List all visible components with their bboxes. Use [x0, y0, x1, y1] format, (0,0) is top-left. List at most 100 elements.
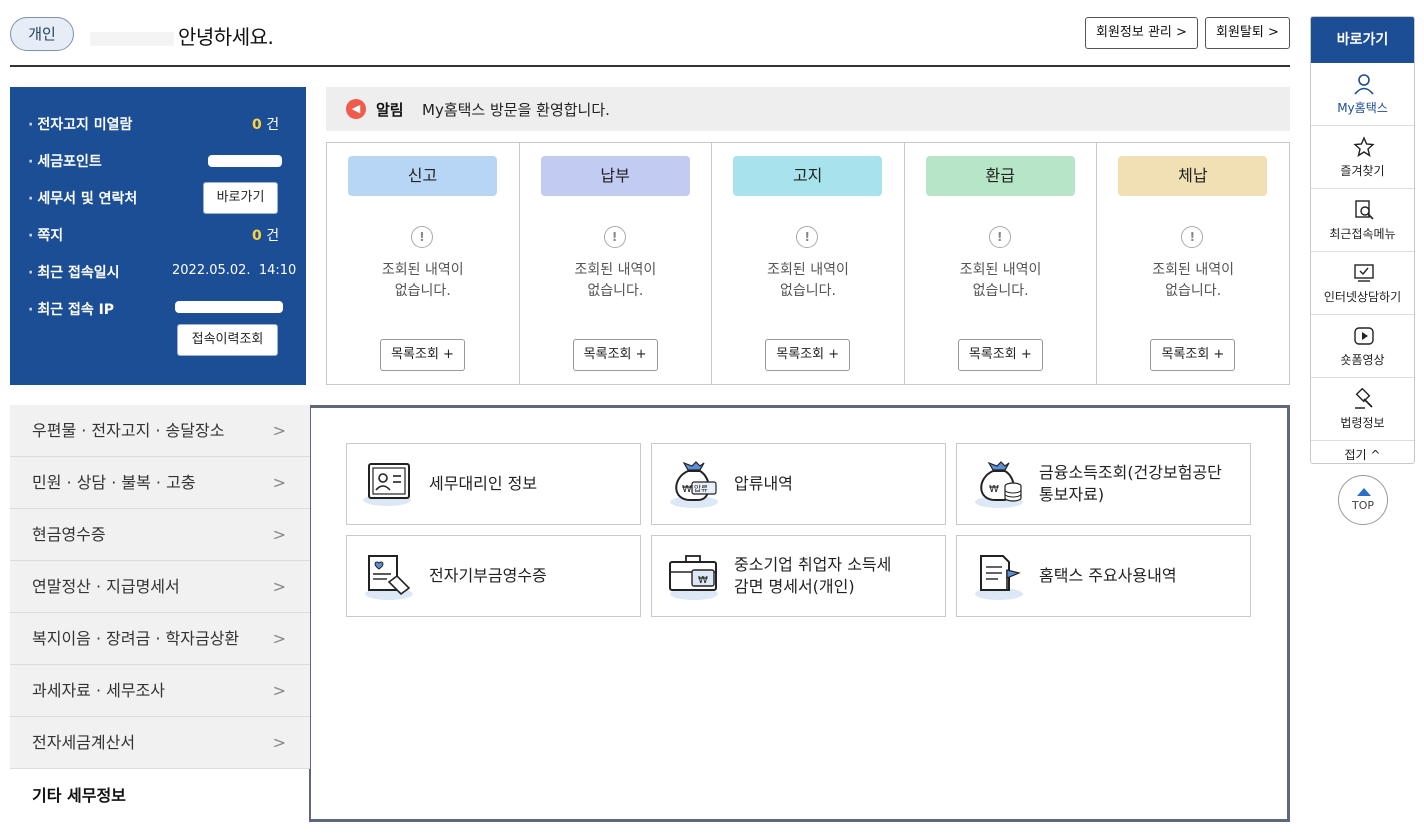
notice-bar: ◀ 알림 My홈택스 방문을 환영합니다. [326, 87, 1290, 131]
status-column-arrears: 체납 ! 조회된 내역이 없습니다. 목록조회 + [1097, 143, 1289, 384]
svg-text:₩: ₩ [682, 484, 692, 495]
quick-nav-recent[interactable]: 최근접속메뉴 [1311, 189, 1414, 252]
svg-text:₩: ₩ [698, 575, 708, 586]
office-goto-button[interactable]: 바로가기 [203, 182, 278, 214]
empty-message: 조회된 내역이 없습니다. [1152, 262, 1235, 299]
alert-circle-icon: ! [411, 226, 433, 248]
tax-point-masked [208, 155, 282, 167]
quick-nav-label: My홈택스 [1337, 101, 1388, 115]
menu-label: 현금영수증 [32, 525, 106, 544]
quick-nav-label: 인터넷상담하기 [1323, 290, 1402, 304]
unread-value: 0 [252, 117, 262, 133]
info-row-office: · 세무서 및 연락처 [28, 191, 138, 207]
card-tax-agent[interactable]: 세무대리인 정보 [346, 443, 641, 525]
menu-item[interactable]: 우편물 · 전자고지 · 송달장소 > [10, 405, 310, 457]
chevron-right-icon: > [272, 577, 286, 596]
info-row-tax-point: · 세금포인트 [28, 154, 102, 170]
menu-label: 민원 · 상담 · 불복 · 고충 [32, 473, 196, 492]
svg-text:₩: ₩ [989, 484, 999, 495]
info-row-unread: · 전자고지 미열람 [28, 117, 133, 133]
card-financial-income[interactable]: ₩ 금융소득조회(건강보험공단 통보자료) [956, 443, 1251, 525]
empty-message: 조회된 내역이 없습니다. [381, 262, 464, 299]
list-view-button[interactable]: 목록조회 + [380, 339, 465, 371]
quick-nav-favorites[interactable]: 즐겨찾기 [1311, 126, 1414, 189]
money-bag-coins-icon: ₩ [975, 461, 1023, 508]
status-column-report: 신고 ! 조회된 내역이 없습니다. 목록조회 + [327, 143, 520, 384]
info-label: 세무서 및 연락처 [37, 191, 138, 207]
info-label: 세금포인트 [37, 154, 102, 170]
donation-receipt-icon [365, 555, 413, 600]
menu-item[interactable]: 전자세금계산서 > [10, 717, 310, 769]
alert-circle-icon: ! [988, 226, 1011, 248]
status-column-refund: 환급 ! 조회된 내역이 없습니다. 목록조회 + [905, 143, 1098, 384]
menu-label: 과세자료 · 세무조사 [32, 681, 166, 700]
menu-item[interactable]: 연말정산 · 지급명세서 > [10, 561, 310, 613]
alert-circle-icon: ! [1181, 226, 1204, 248]
empty-message: 조회된 내역이 없습니다. [959, 262, 1042, 299]
page-header: 개인 안녕하세요. 회원정보 관리 > 회원탈퇴 > [10, 12, 1290, 67]
recent-search-icon [1355, 200, 1374, 220]
list-view-button[interactable]: 목록조회 + [765, 339, 851, 371]
scroll-top-button[interactable]: TOP [1338, 475, 1388, 525]
quick-nav-shortform[interactable]: 숏폼영상 [1311, 315, 1414, 378]
withdraw-button[interactable]: 회원탈퇴 > [1205, 17, 1290, 49]
id-card-icon [363, 463, 411, 506]
list-view-button[interactable]: 목록조회 + [957, 339, 1043, 371]
info-row-last-ip: · 최근 접속 IP [28, 302, 115, 318]
content-panel: 세무대리인 정보 ₩ 압류 압류내역 ₩ 금융소득조회(건강보험공단 통보자료) [308, 405, 1290, 822]
info-label: 전자고지 미열람 [37, 117, 133, 133]
alert-circle-icon: ! [603, 226, 626, 248]
info-label: 최근 접속 IP [37, 302, 115, 318]
unit: 건 [266, 228, 280, 244]
status-title: 신고 [348, 156, 497, 196]
info-row-message: · 쪽지 [28, 228, 64, 244]
empty-message: 조회된 내역이 없습니다. [574, 262, 657, 299]
status-title: 환급 [925, 156, 1075, 196]
status-title: 고지 [733, 156, 883, 196]
notice-text: My홈택스 방문을 환영합니다. [422, 101, 610, 119]
play-icon [1354, 327, 1374, 345]
quick-nav-my-hometax[interactable]: My홈택스 [1311, 63, 1414, 126]
card-label: 금융소득조회(건강보험공단 통보자료) [1039, 463, 1222, 504]
greeting: 안녕하세요. [90, 21, 274, 50]
member-info-button[interactable]: 회원정보 관리 > [1085, 17, 1198, 49]
document-flag-icon [975, 555, 1023, 600]
monitor-check-icon [1354, 264, 1374, 282]
greeting-text: 안녕하세요. [178, 25, 274, 49]
menu-item[interactable]: 과세자료 · 세무조사 > [10, 665, 310, 717]
info-row-last-login: · 최근 접속일시 [28, 265, 120, 281]
unread-count[interactable]: 0 건 [252, 114, 279, 134]
status-title: 체납 [1118, 156, 1268, 196]
status-column-notice: 고지 ! 조회된 내역이 없습니다. 목록조회 + [712, 143, 905, 384]
card-label: 중소기업 취업자 소득세 감면 명세서(개인) [734, 555, 892, 596]
chevron-right-icon: > [272, 525, 286, 544]
menu-item-active[interactable]: 기타 세무정보 [10, 769, 309, 823]
quick-nav-law[interactable]: 법령정보 [1311, 378, 1414, 441]
alert-circle-icon: ! [796, 226, 819, 248]
menu-item[interactable]: 현금영수증 > [10, 509, 310, 561]
menu-item[interactable]: 민원 · 상담 · 불복 · 고충 > [10, 457, 310, 509]
info-label: 쪽지 [37, 228, 64, 244]
menu-item[interactable]: 복지이음 · 장려금 · 학자금상환 > [10, 613, 310, 665]
card-label: 압류내역 [734, 474, 793, 493]
status-grid: 신고 ! 조회된 내역이 없습니다. 목록조회 + 납부 ! 조회된 내역이 없… [326, 142, 1290, 385]
list-view-button[interactable]: 목록조회 + [1150, 339, 1236, 371]
card-hometax-usage[interactable]: 홈택스 주요사용내역 [956, 535, 1251, 617]
card-seizure[interactable]: ₩ 압류 압류내역 [651, 443, 946, 525]
card-label: 세무대리인 정보 [429, 474, 538, 493]
message-count[interactable]: 0 건 [252, 225, 279, 245]
access-history-button[interactable]: 접속이력조회 [177, 324, 278, 356]
user-info-panel: · 전자고지 미열람 0 건 · 세금포인트 · 세무서 및 연락처 바로가기 · 쪽지… [10, 87, 306, 385]
card-donation-receipt[interactable]: 전자기부금영수증 [346, 535, 641, 617]
user-name-masked [90, 31, 174, 46]
menu-label: 복지이음 · 장려금 · 학자금상환 [32, 629, 240, 648]
quick-nav-consult[interactable]: 인터넷상담하기 [1311, 252, 1414, 315]
card-sme-tax-reduction[interactable]: ₩ 중소기업 취업자 소득세 감면 명세서(개인) [651, 535, 946, 617]
empty-message: 조회된 내역이 없습니다. [767, 262, 849, 299]
briefcase-won-icon: ₩ [669, 555, 718, 600]
menu-label: 연말정산 · 지급명세서 [32, 577, 180, 596]
star-icon [1353, 136, 1375, 158]
quick-nav-title: 바로가기 [1311, 17, 1414, 63]
list-view-button[interactable]: 목록조회 + [572, 339, 658, 371]
fold-button[interactable]: 접기 ^ [1311, 441, 1414, 463]
